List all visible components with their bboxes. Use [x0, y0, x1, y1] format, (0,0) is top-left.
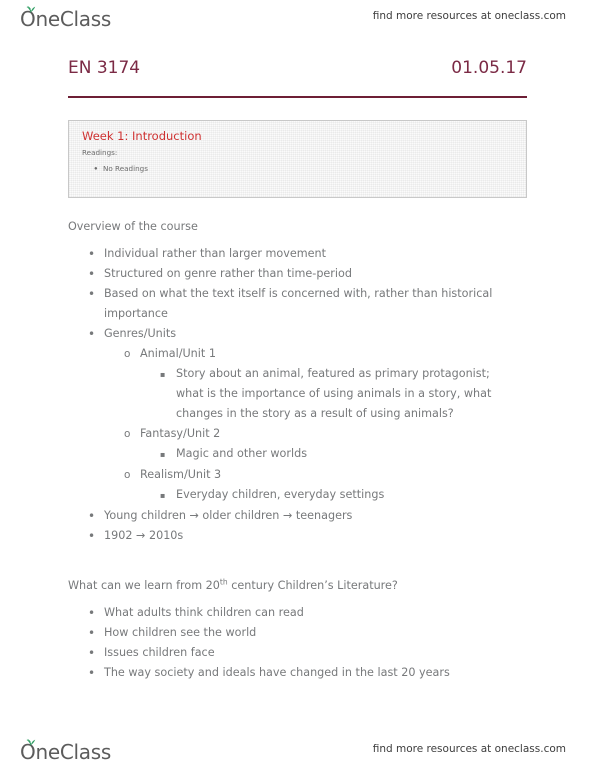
list-item-label: Young children → older children → teenag…: [104, 509, 353, 522]
section-heading-text: Overview of the course: [68, 220, 198, 233]
readings-label: Readings:: [82, 148, 118, 157]
header-resources-link[interactable]: find more resources at oneclass.com: [373, 10, 566, 22]
bullet-marker-level-2-icon: o: [124, 469, 131, 481]
list-item: • Young children → older children → teena…: [88, 506, 538, 526]
oneclass-logo-header: OneClass: [20, 4, 111, 34]
document-title-row: EN 3174 01.05.17: [68, 58, 527, 84]
section-heading: Overview of the course: [68, 218, 538, 235]
list-item: • The way society and ideals have changed…: [88, 663, 538, 683]
readings-list-item: ● No Readings: [94, 164, 520, 174]
oneclass-logo-text: OneClass: [20, 7, 111, 31]
section-heading-suffix: century Children’s Literature?: [227, 579, 398, 592]
list-item-label: Genres/Units: [104, 327, 177, 340]
outline-list-level-3: ▪ Everyday children, everyday settings: [68, 485, 538, 506]
list-item-label: Story about an animal, featured as prima…: [176, 367, 492, 420]
list-item: • What adults think children can read: [88, 603, 538, 623]
bullet-marker-level-1-icon: •: [88, 626, 96, 640]
outline-list-level-1: • Young children → older children → teena…: [68, 506, 538, 546]
outline-list-level-3: ▪ Magic and other worlds: [68, 444, 538, 465]
bullet-marker-level-1-icon: •: [88, 327, 96, 341]
list-item-label: Fantasy/Unit 2: [140, 427, 221, 440]
list-item-label: How children see the world: [104, 626, 257, 639]
list-item-label: Structured on genre rather than time-per…: [104, 267, 352, 280]
list-item-label: Animal/Unit 1: [140, 347, 216, 360]
outline-list-level-2: o Fantasy/Unit 2: [68, 424, 538, 444]
embedded-screenshot-content: Week 1: Introduction Readings: ● No Read…: [82, 129, 520, 174]
bullet-marker-level-3-icon: ▪: [160, 370, 166, 379]
footer-resources-link[interactable]: find more resources at oneclass.com: [373, 743, 566, 755]
bullet-marker-level-1-icon: •: [88, 247, 96, 261]
list-item: o Realism/Unit 3: [124, 465, 538, 485]
oneclass-logo-text: OneClass: [20, 740, 111, 764]
list-item-label: What adults think children can read: [104, 606, 304, 619]
bullet-marker-level-1-icon: •: [88, 606, 96, 620]
list-item: o Fantasy/Unit 2: [124, 424, 538, 444]
page-footer: OneClass find more resources at oneclass…: [0, 735, 595, 769]
list-item: ▪ Story about an animal, featured as prim…: [160, 364, 538, 424]
week-heading: Week 1: Introduction: [82, 129, 202, 143]
list-item: • 1902 → 2010s: [88, 526, 538, 546]
list-item-label: Realism/Unit 3: [140, 468, 222, 481]
bullet-marker-level-3-icon: ▪: [160, 491, 166, 500]
list-item: o Animal/Unit 1: [124, 344, 538, 364]
list-item-label: Magic and other worlds: [176, 447, 308, 460]
section-heading-text: What can we learn from 20: [68, 579, 220, 592]
bullet-marker-level-1-icon: •: [88, 646, 96, 660]
bullet-dot-icon: ●: [94, 166, 98, 172]
readings-list-item-label: No Readings: [103, 164, 148, 173]
bullet-marker-level-2-icon: o: [124, 428, 131, 440]
document-date: 01.05.17: [451, 58, 527, 78]
list-item-label: Individual rather than larger movement: [104, 247, 327, 260]
list-item-label: The way society and ideals have changed …: [104, 666, 450, 679]
page-header: OneClass find more resources at oneclass…: [0, 2, 595, 36]
list-item-label: Issues children face: [104, 646, 215, 659]
outline-list-level-1: • What adults think children can read • How…: [68, 603, 538, 683]
list-item: ▪ Everyday children, everyday settings: [160, 485, 538, 506]
list-item: • Individual rather than larger movement: [88, 244, 538, 264]
list-item: • Based on what the text itself is concer…: [88, 284, 538, 324]
bullet-marker-level-1-icon: •: [88, 529, 96, 543]
embedded-screenshot-box: Week 1: Introduction Readings: ● No Read…: [68, 120, 527, 198]
list-item-label: 1902 → 2010s: [104, 529, 184, 542]
bullet-marker-level-2-icon: o: [124, 348, 131, 360]
outline-list-level-3: ▪ Story about an animal, featured as prim…: [68, 364, 538, 424]
list-item-label: Everyday children, everyday settings: [176, 488, 385, 501]
list-item: • How children see the world: [88, 623, 538, 643]
bullet-marker-level-1-icon: •: [88, 509, 96, 523]
oneclass-logo-footer: OneClass: [20, 737, 111, 767]
bullet-marker-level-3-icon: ▪: [160, 450, 166, 459]
list-item-label: Based on what the text itself is concern…: [104, 287, 493, 320]
section-heading: What can we learn from 20th century Chil…: [68, 577, 538, 594]
bullet-marker-level-1-icon: •: [88, 666, 96, 680]
list-item: • Genres/Units: [88, 324, 538, 344]
document-body: Overview of the course • Individual rather…: [68, 218, 538, 683]
list-item: • Structured on genre rather than time-pe…: [88, 264, 538, 284]
section-heading-superscript: th: [219, 577, 228, 587]
course-code: EN 3174: [68, 58, 141, 78]
outline-list-level-2: o Realism/Unit 3: [68, 465, 538, 485]
title-divider: [68, 96, 527, 98]
outline-list-level-1: • Individual rather than larger movement •…: [68, 244, 538, 344]
outline-list-level-2: o Animal/Unit 1: [68, 344, 538, 364]
bullet-marker-level-1-icon: •: [88, 287, 96, 301]
list-item: ▪ Magic and other worlds: [160, 444, 538, 465]
list-item: • Issues children face: [88, 643, 538, 663]
bullet-marker-level-1-icon: •: [88, 267, 96, 281]
